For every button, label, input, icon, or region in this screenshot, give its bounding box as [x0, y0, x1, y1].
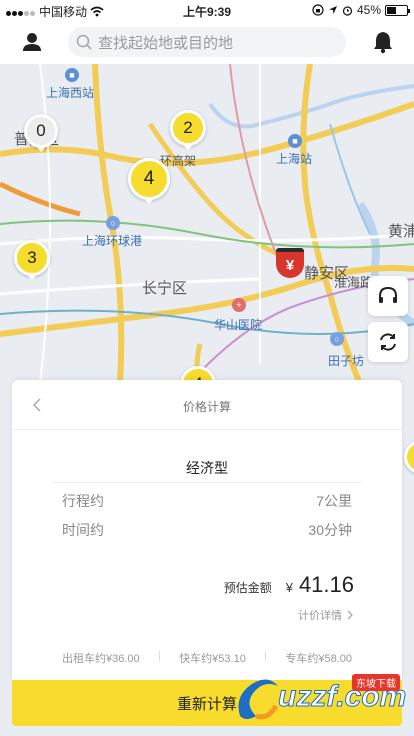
alarm-icon — [342, 5, 353, 16]
train-station-icon: ■ — [65, 68, 79, 82]
currency-symbol: ¥ — [285, 580, 293, 595]
distance-value: 7公里 — [316, 493, 352, 509]
search-icon — [76, 34, 92, 50]
map-label-huashan: 华山医院 — [214, 318, 263, 332]
hospital-icon: + — [232, 298, 246, 312]
other-service-prices: 出租车约¥36.00 | 快车约¥53.10 | 专车约¥58.00 — [62, 650, 352, 666]
refresh-icon — [380, 333, 396, 351]
battery-icon — [385, 4, 410, 16]
price-detail-link[interactable]: 计价详情 — [298, 607, 354, 623]
refresh-button[interactable] — [368, 322, 408, 362]
user-icon[interactable] — [20, 30, 44, 54]
estimate-price: 预估金额 ¥ 41.16 — [224, 572, 354, 598]
taxi-price: 出租车约¥36.00 — [62, 653, 140, 665]
top-bar: 查找起始地或目的地 — [0, 20, 414, 64]
divider — [52, 482, 362, 483]
search-input[interactable]: 查找起始地或目的地 — [68, 27, 346, 57]
map-label-tianzifang: 田子坊 — [328, 354, 365, 368]
attraction-icon: ○ — [330, 332, 344, 346]
customer-service-button[interactable] — [368, 276, 408, 316]
map-label-changning: 长宁区 — [142, 280, 188, 297]
bell-icon[interactable] — [372, 30, 394, 54]
time-value: 30分钟 — [308, 522, 352, 538]
driver-cluster-marker[interactable]: 4 — [128, 158, 170, 204]
mall-icon: ○ — [106, 216, 120, 230]
driver-cluster-marker[interactable]: 0 — [24, 114, 58, 152]
price-detail-label: 计价详情 — [298, 610, 342, 622]
card-header: 价格计算 — [12, 380, 402, 430]
yuan-icon: ¥ — [276, 248, 304, 278]
orientation-lock-icon — [312, 4, 324, 16]
price-card: 价格计算 经济型 行程约 7公里 时间约 30分钟 预估金额 ¥ 41.16 计… — [12, 380, 402, 680]
separator: | — [157, 650, 161, 662]
status-bar: 中国移动 上午9:39 45% — [0, 0, 414, 20]
distance-label: 行程约 — [62, 493, 104, 509]
time-label: 时间约 — [62, 522, 104, 538]
battery-percent: 45% — [356, 3, 381, 17]
distance-row: 行程约 7公里 — [62, 491, 352, 511]
estimate-label: 预估金额 — [223, 581, 272, 595]
headset-icon — [379, 286, 397, 303]
estimate-amount: 41.16 — [298, 572, 354, 597]
map-label-harbour: 上海环球港 — [82, 234, 143, 248]
status-right: 45% — [312, 3, 410, 17]
separator: | — [264, 650, 268, 662]
map-label-shanghai-station: 上海站 — [276, 152, 313, 166]
time-row: 时间约 30分钟 — [62, 520, 352, 540]
map-label-huangpu: 黄浦 — [388, 223, 414, 240]
watermark-sub: 东坡下载 — [352, 674, 400, 691]
express-price: 快车约¥53.10 — [179, 653, 246, 665]
car-type: 经济型 — [186, 460, 228, 476]
train-station-icon: ■ — [288, 134, 302, 148]
driver-cluster-marker[interactable]: 2 — [170, 110, 206, 150]
map-label-shanghai-west-station: 上海西站 — [46, 86, 95, 100]
driver-cluster-marker[interactable]: 3 — [14, 240, 50, 280]
price-location-marker[interactable]: ¥ — [276, 248, 304, 282]
site-watermark: uzzf.com 东坡下载 — [234, 674, 410, 730]
card-title: 价格计算 — [182, 400, 231, 414]
location-arrow-icon — [328, 6, 337, 14]
chevron-right-icon — [347, 610, 353, 620]
premier-price: 专车约¥58.00 — [285, 653, 352, 665]
battery-level — [387, 6, 396, 14]
recalculate-label: 重新计算 — [176, 695, 237, 713]
watermark-logo-icon — [238, 679, 279, 720]
search-placeholder: 查找起始地或目的地 — [98, 34, 234, 52]
